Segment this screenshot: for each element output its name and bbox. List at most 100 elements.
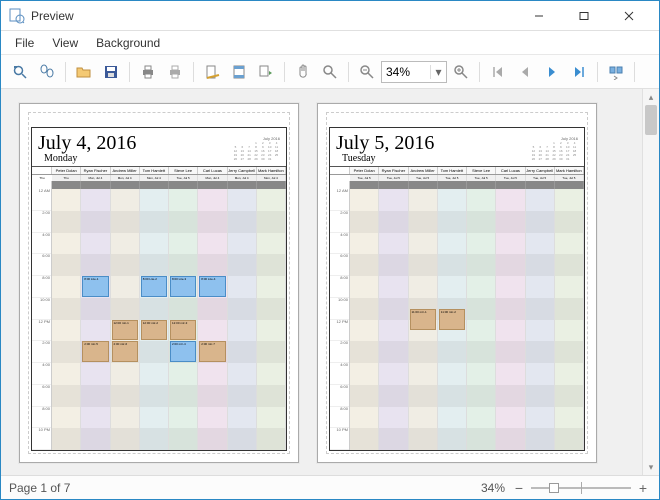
statusbar: Page 1 of 7 34% − + — [1, 475, 659, 499]
mini-calendar: July 20161234567891011121314151617181920… — [232, 136, 280, 161]
hour-label: 6:00 — [330, 385, 349, 407]
appointment: 8:00 Lite-1 — [82, 276, 108, 297]
resource-header: Tom Hamlett — [140, 167, 169, 174]
hour-label: 10:00 — [330, 298, 349, 320]
schedule-column — [496, 189, 525, 450]
schedule-column — [52, 189, 81, 450]
schedule-column — [350, 189, 379, 450]
schedule-column — [257, 189, 286, 450]
scroll-down-icon[interactable]: ▾ — [643, 459, 659, 475]
resource-header: Carl Lucas — [198, 167, 227, 174]
date-title: July 4, 2016 — [38, 132, 136, 155]
schedule-column — [526, 189, 555, 450]
save-button[interactable] — [98, 59, 124, 85]
scale-button[interactable] — [253, 59, 279, 85]
hand-tool-button[interactable] — [290, 59, 316, 85]
zoom-slider[interactable]: − + — [511, 480, 651, 496]
preview-page: July 4, 2016MondayJuly 20161234567891011… — [19, 103, 299, 463]
customize-button[interactable] — [34, 59, 60, 85]
appointment: 2:00 mtr-4 — [170, 341, 196, 362]
resource-header: Andrew Miller — [409, 167, 438, 174]
vertical-scrollbar[interactable]: ▴ ▾ — [642, 89, 659, 475]
resource-header: Peter Dolan — [52, 167, 81, 174]
prev-page-button[interactable] — [512, 59, 538, 85]
last-page-button[interactable] — [566, 59, 592, 85]
window-title: Preview — [31, 9, 516, 23]
preview-area: July 4, 2016MondayJuly 20161234567891011… — [1, 89, 659, 475]
hour-label: 6:00 — [32, 254, 51, 276]
schedule-column — [379, 189, 408, 450]
hour-label: 12 PM — [330, 320, 349, 342]
menu-view[interactable]: View — [44, 33, 86, 53]
appointment: 11:00 mtr-2 — [439, 309, 465, 330]
search-button[interactable] — [7, 59, 33, 85]
zoom-out-button[interactable] — [354, 59, 380, 85]
app-icon — [9, 8, 25, 24]
scroll-up-icon[interactable]: ▴ — [643, 89, 659, 105]
zoom-combo[interactable]: ▾ — [381, 61, 447, 83]
appointment: 12:00 mtr-2 — [141, 320, 167, 341]
titlebar: Preview — [1, 1, 659, 31]
schedule-column: 8:00 Lite-3 12:00 mtr-32:00 mtr-4 — [169, 189, 198, 450]
schedule-column — [467, 189, 496, 450]
header-footer-button[interactable] — [226, 59, 252, 85]
print-button[interactable] — [135, 59, 161, 85]
hour-label: 10 PM — [330, 428, 349, 450]
close-button[interactable] — [606, 2, 651, 30]
resource-header: Jerry Campbell — [526, 167, 555, 174]
mini-calendar: July 20161234567891011121314151617181920… — [530, 136, 578, 161]
appointment: 2:00 mtr-6 — [112, 341, 138, 362]
zoom-plus-button[interactable]: + — [635, 480, 651, 496]
resource-header: Steve Lee — [169, 167, 198, 174]
hour-label: 4:00 — [32, 363, 51, 385]
minimize-button[interactable] — [516, 2, 561, 30]
zoom-track[interactable] — [531, 487, 631, 489]
resource-header: Carl Lucas — [496, 167, 525, 174]
first-page-button[interactable] — [485, 59, 511, 85]
page-indicator: Page 1 of 7 — [9, 481, 70, 495]
menubar: File View Background — [1, 31, 659, 55]
hour-label: 12 AM — [32, 189, 51, 211]
page-setup-button[interactable] — [199, 59, 225, 85]
hour-label: 2:00 — [32, 341, 51, 363]
chevron-down-icon[interactable]: ▾ — [430, 65, 446, 79]
resource-header: Tom Hamlett — [438, 167, 467, 174]
zoom-minus-button[interactable]: − — [511, 480, 527, 496]
menu-file[interactable]: File — [7, 33, 42, 53]
resource-header: Ryan Fischer — [379, 167, 408, 174]
hour-label: 6:00 — [32, 385, 51, 407]
hour-label: 4:00 — [330, 363, 349, 385]
schedule-column: 11:00 mtr-1 — [409, 189, 438, 450]
appointment: 2:00 mtr-5 — [82, 341, 108, 362]
hour-label: 10 PM — [32, 428, 51, 450]
appointment: 8:00 Lite-2 — [141, 276, 167, 297]
resource-header: Steve Lee — [467, 167, 496, 174]
zoom-in-button[interactable] — [448, 59, 474, 85]
menu-background[interactable]: Background — [88, 33, 168, 53]
schedule-column: 8:00 Lite-2 12:00 mtr-2 — [140, 189, 169, 450]
magnifier-button[interactable] — [317, 59, 343, 85]
hour-label: 12 AM — [330, 189, 349, 211]
appointment: 12:00 mtr-1 — [112, 320, 138, 341]
open-button[interactable] — [71, 59, 97, 85]
hour-label: 4:00 — [330, 233, 349, 255]
appointment: 8:00 Lite-3 — [170, 276, 196, 297]
resource-header: Jerry Campbell — [228, 167, 257, 174]
zoom-input[interactable] — [382, 65, 430, 79]
maximize-button[interactable] — [561, 2, 606, 30]
schedule-column — [555, 189, 584, 450]
schedule-column — [228, 189, 257, 450]
appointment: 2:00 mtr-7 — [199, 341, 225, 362]
date-title: July 5, 2016 — [336, 132, 434, 155]
quick-print-button[interactable] — [162, 59, 188, 85]
zoom-handle[interactable] — [549, 483, 559, 493]
schedule-column: 8:00 Lite-4 2:00 mtr-7 — [198, 189, 227, 450]
resource-header: Peter Dolan — [350, 167, 379, 174]
next-page-button[interactable] — [539, 59, 565, 85]
multipage-button[interactable] — [603, 59, 629, 85]
appointment: 12:00 mtr-3 — [170, 320, 196, 341]
schedule-column: 11:00 mtr-2 — [438, 189, 467, 450]
appointment: 8:00 Lite-4 — [199, 276, 225, 297]
hour-label: 8:00 — [32, 407, 51, 429]
scroll-thumb[interactable] — [645, 105, 657, 135]
